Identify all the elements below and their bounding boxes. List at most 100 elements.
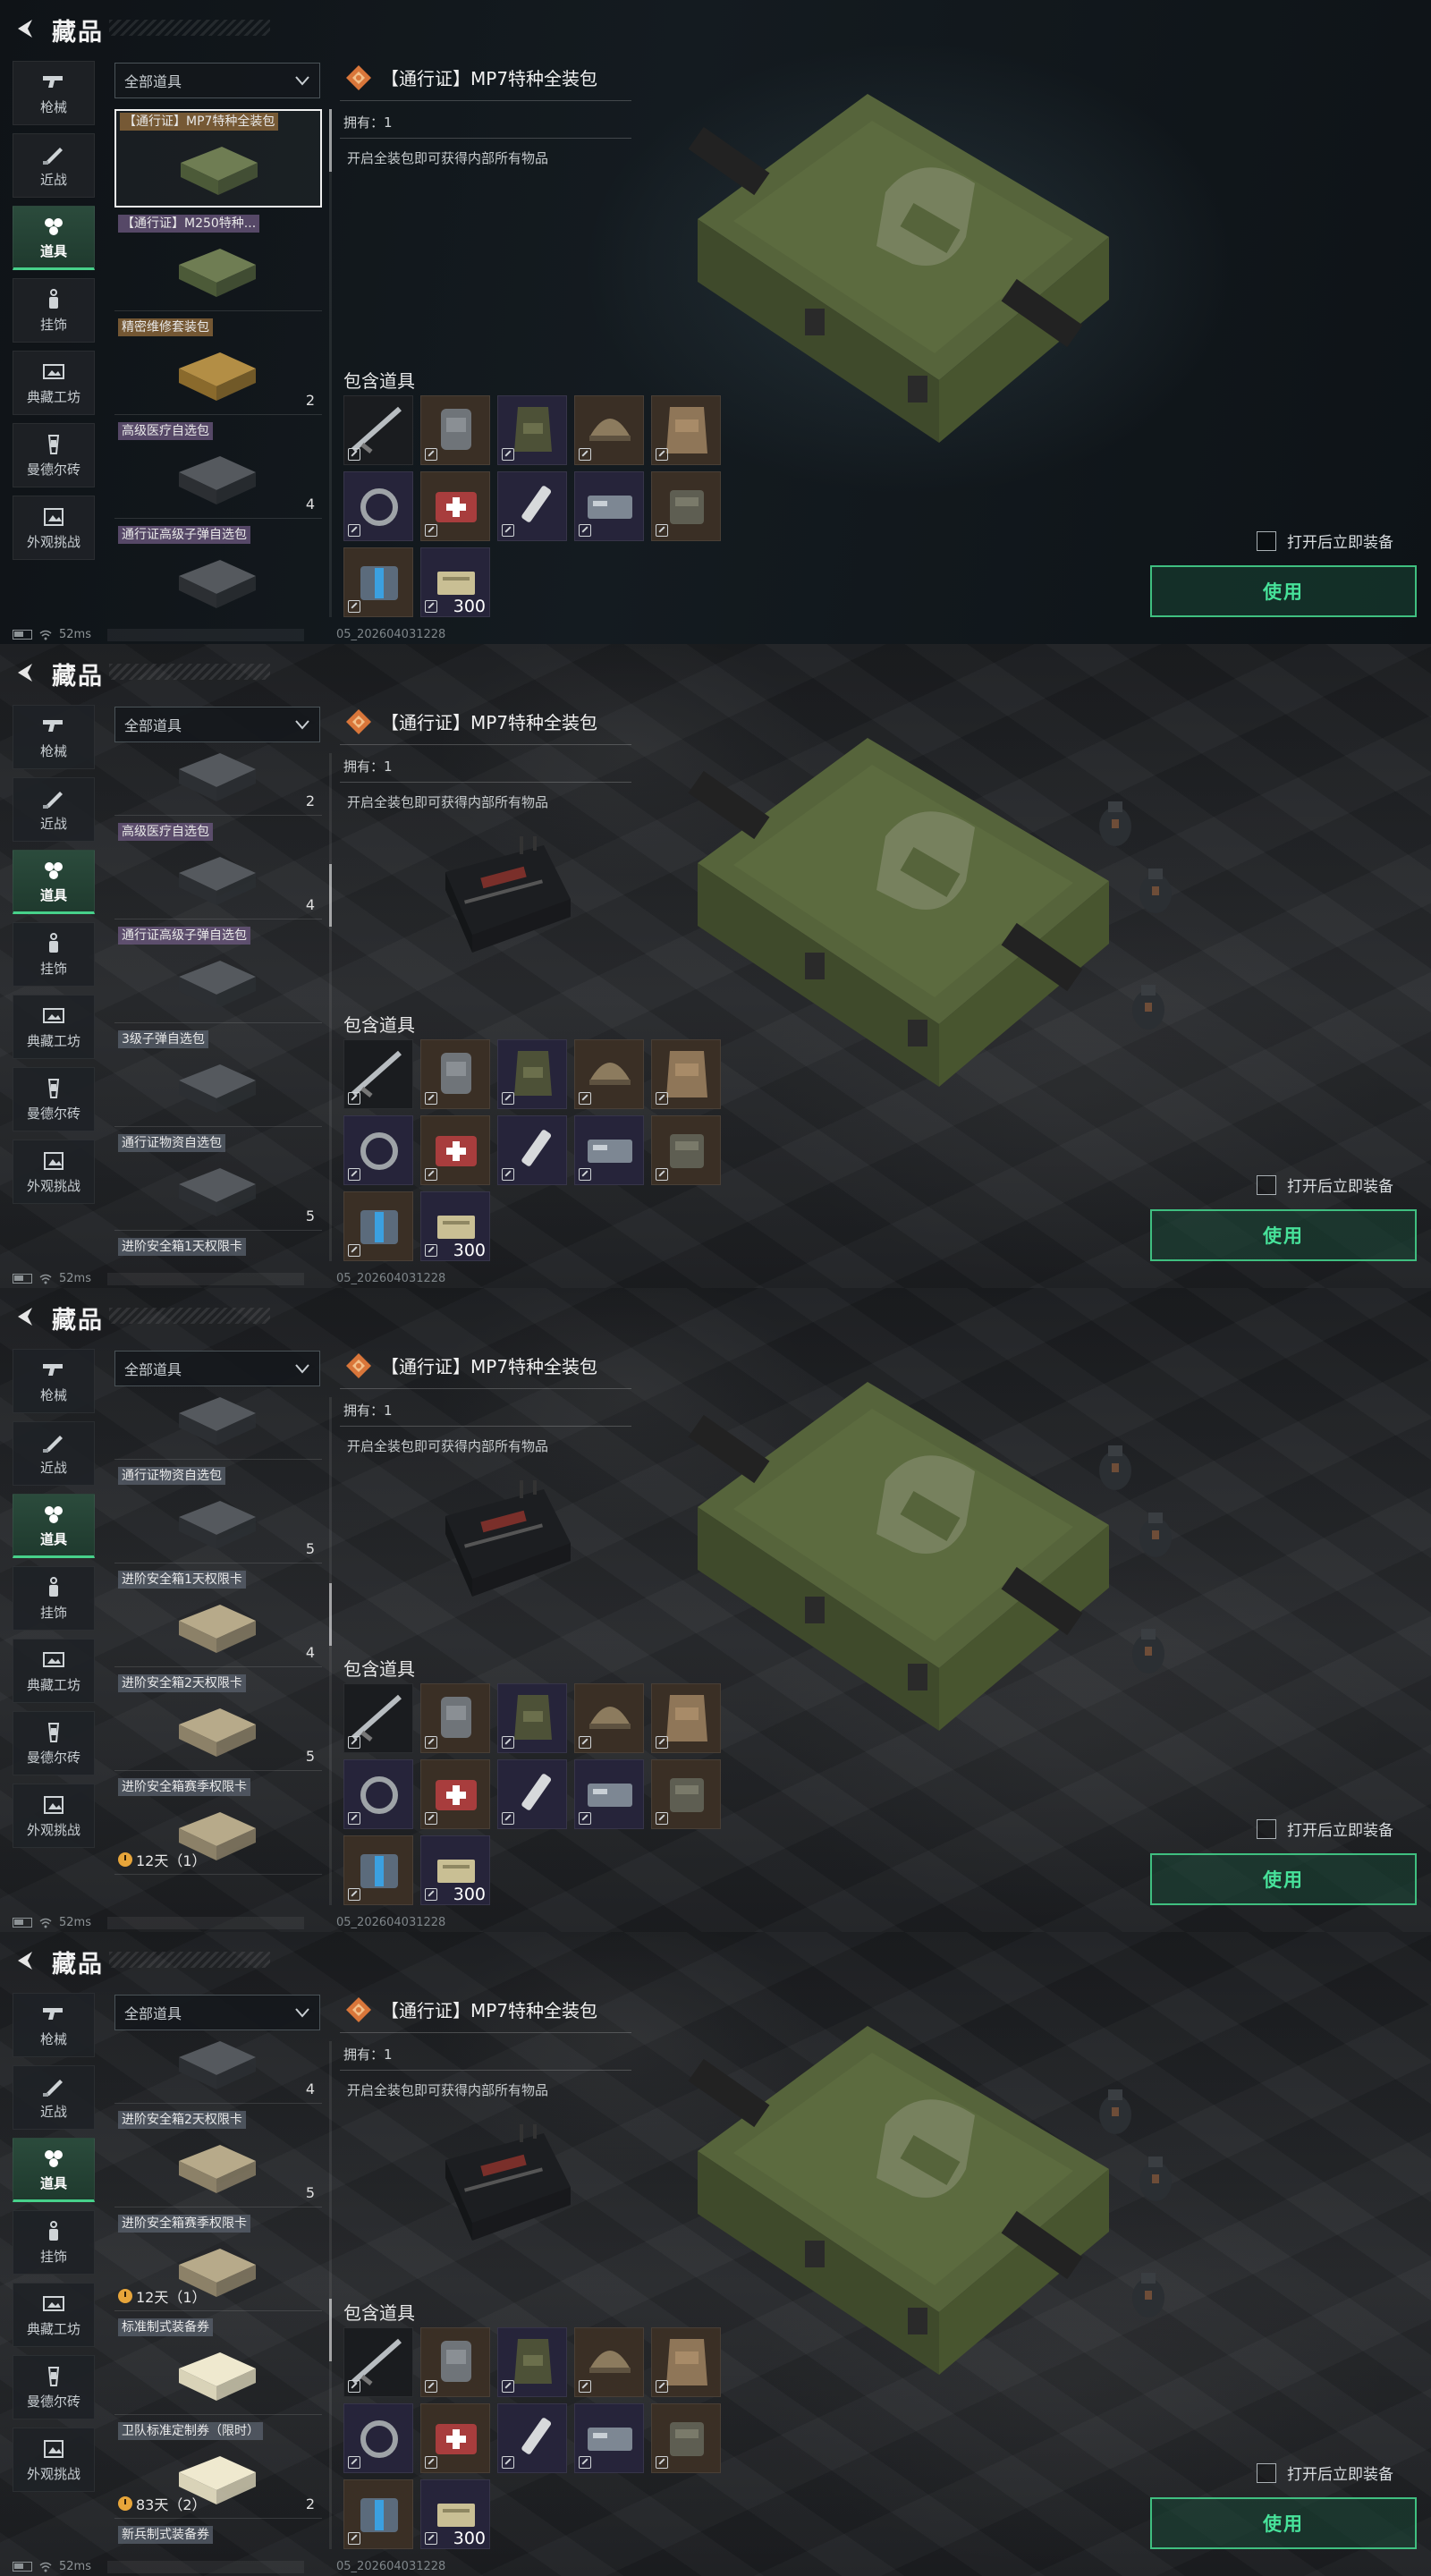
list-item[interactable]: 通行证物资自选包 5 — [114, 1465, 322, 1563]
scrollbar-thumb[interactable] — [329, 2299, 332, 2361]
sidebar-item-knife[interactable]: 近战 — [13, 133, 95, 198]
use-button[interactable]: 使用 — [1150, 2497, 1417, 2549]
checkbox[interactable] — [1257, 1174, 1276, 1195]
back-icon[interactable] — [13, 1304, 38, 1329]
content-item[interactable] — [574, 2327, 644, 2397]
list-item[interactable]: 【通行证】M250特种... — [114, 213, 322, 311]
content-item[interactable] — [497, 2403, 567, 2473]
use-button[interactable]: 使用 — [1150, 565, 1417, 617]
list-item[interactable]: 通行证高级子弹自选包 — [114, 925, 322, 1023]
sidebar-item-gun[interactable]: 枪械 — [13, 705, 95, 769]
content-item[interactable] — [497, 471, 567, 541]
sidebar-item-workshop[interactable]: 典藏工坊 — [13, 1639, 95, 1703]
content-item[interactable] — [651, 471, 721, 541]
sidebar-item-knife[interactable]: 近战 — [13, 777, 95, 842]
list-item[interactable]: 【通行证】MP7特种全装包 — [114, 109, 322, 208]
sidebar-item-items[interactable]: 道具 — [13, 2138, 95, 2202]
content-item[interactable] — [343, 547, 413, 617]
sidebar-item-knife[interactable]: 近战 — [13, 1421, 95, 1486]
list-item[interactable]: 进阶安全箱赛季权限卡 12天（1） — [114, 1776, 322, 1875]
use-button[interactable]: 使用 — [1150, 1209, 1417, 1261]
back-icon[interactable] — [13, 16, 38, 41]
list-item[interactable]: 新兵制式装备券 — [114, 2524, 322, 2549]
list-item[interactable]: 高级医疗自选包 4 — [114, 821, 322, 919]
sidebar-item-gun[interactable]: 枪械 — [13, 61, 95, 125]
content-item[interactable] — [574, 1115, 644, 1185]
checkbox[interactable] — [1257, 530, 1276, 551]
equip-after-open-toggle[interactable]: 打开后立即装备 — [1257, 1818, 1393, 1840]
content-item[interactable] — [420, 2327, 490, 2397]
equip-after-open-toggle[interactable]: 打开后立即装备 — [1257, 2462, 1393, 2484]
sidebar-item-brick[interactable]: 曼德尔砖 — [13, 1067, 95, 1131]
sidebar-item-challenge[interactable]: 外观挑战 — [13, 2428, 95, 2492]
content-item[interactable] — [420, 395, 490, 465]
filter-dropdown[interactable]: 全部道具 — [114, 63, 320, 98]
list-item[interactable]: 4 — [114, 2041, 322, 2104]
content-item[interactable] — [574, 1759, 644, 1829]
content-item[interactable] — [651, 1039, 721, 1109]
list-scrollbar[interactable] — [329, 2041, 332, 2549]
list-item[interactable]: 进阶安全箱2天权限卡 5 — [114, 2109, 322, 2207]
scrollbar-thumb[interactable] — [329, 109, 332, 172]
content-item[interactable]: 300 — [420, 2479, 490, 2549]
content-item[interactable] — [497, 1115, 567, 1185]
content-item[interactable] — [651, 1759, 721, 1829]
content-item[interactable] — [420, 1759, 490, 1829]
filter-dropdown[interactable]: 全部道具 — [114, 1995, 320, 2030]
content-item[interactable] — [651, 1683, 721, 1753]
back-icon[interactable] — [13, 660, 38, 685]
content-item[interactable] — [574, 2403, 644, 2473]
list-item[interactable]: 高级医疗自选包 4 — [114, 420, 322, 519]
list-item[interactable]: 通行证高级子弹自选包 — [114, 524, 322, 617]
content-item[interactable] — [343, 1115, 413, 1185]
content-item[interactable]: 300 — [420, 547, 490, 617]
sidebar-item-workshop[interactable]: 典藏工坊 — [13, 351, 95, 415]
checkbox[interactable] — [1257, 1818, 1276, 1839]
list-item[interactable]: 标准制式装备券 — [114, 2317, 322, 2415]
sidebar-item-workshop[interactable]: 典藏工坊 — [13, 995, 95, 1059]
content-item[interactable] — [343, 395, 413, 465]
content-item[interactable] — [497, 2327, 567, 2397]
sidebar-item-charm[interactable]: 挂饰 — [13, 922, 95, 987]
content-item[interactable]: 300 — [420, 1191, 490, 1261]
sidebar-item-gun[interactable]: 枪械 — [13, 1349, 95, 1413]
content-item[interactable] — [343, 2403, 413, 2473]
content-item[interactable] — [420, 471, 490, 541]
content-item[interactable]: 300 — [420, 1835, 490, 1905]
content-item[interactable] — [420, 1039, 490, 1109]
content-item[interactable] — [651, 395, 721, 465]
list-scrollbar[interactable] — [329, 753, 332, 1261]
content-item[interactable] — [343, 1191, 413, 1261]
sidebar-item-charm[interactable]: 挂饰 — [13, 1566, 95, 1631]
content-item[interactable] — [343, 1683, 413, 1753]
content-item[interactable] — [574, 395, 644, 465]
content-item[interactable] — [651, 1115, 721, 1185]
sidebar-item-challenge[interactable]: 外观挑战 — [13, 1784, 95, 1848]
list-scrollbar[interactable] — [329, 1397, 332, 1905]
list-item[interactable]: 卫队标准定制券（限时） 2 83天（2） — [114, 2420, 322, 2519]
content-item[interactable] — [420, 2403, 490, 2473]
content-item[interactable] — [343, 1039, 413, 1109]
content-item[interactable] — [651, 2403, 721, 2473]
content-item[interactable] — [343, 2479, 413, 2549]
list-item[interactable]: 通行证物资自选包 5 — [114, 1132, 322, 1231]
list-item[interactable]: 进阶安全箱赛季权限卡 12天（1） — [114, 2213, 322, 2311]
content-item[interactable] — [343, 1835, 413, 1905]
content-item[interactable] — [574, 1039, 644, 1109]
sidebar-item-workshop[interactable]: 典藏工坊 — [13, 2283, 95, 2347]
content-item[interactable] — [497, 1039, 567, 1109]
sidebar-item-items[interactable]: 道具 — [13, 1494, 95, 1558]
sidebar-item-brick[interactable]: 曼德尔砖 — [13, 1711, 95, 1775]
content-item[interactable] — [343, 471, 413, 541]
list-item[interactable]: 进阶安全箱2天权限卡 5 — [114, 1673, 322, 1771]
checkbox[interactable] — [1257, 2462, 1276, 2483]
sidebar-item-brick[interactable]: 曼德尔砖 — [13, 2355, 95, 2419]
content-item[interactable] — [497, 1683, 567, 1753]
content-item[interactable] — [497, 1759, 567, 1829]
content-item[interactable] — [497, 395, 567, 465]
equip-after-open-toggle[interactable]: 打开后立即装备 — [1257, 530, 1393, 552]
list-scrollbar[interactable] — [329, 109, 332, 617]
list-item[interactable]: 进阶安全箱1天权限卡 4 — [114, 1569, 322, 1667]
sidebar-item-gun[interactable]: 枪械 — [13, 1993, 95, 2057]
use-button[interactable]: 使用 — [1150, 1853, 1417, 1905]
